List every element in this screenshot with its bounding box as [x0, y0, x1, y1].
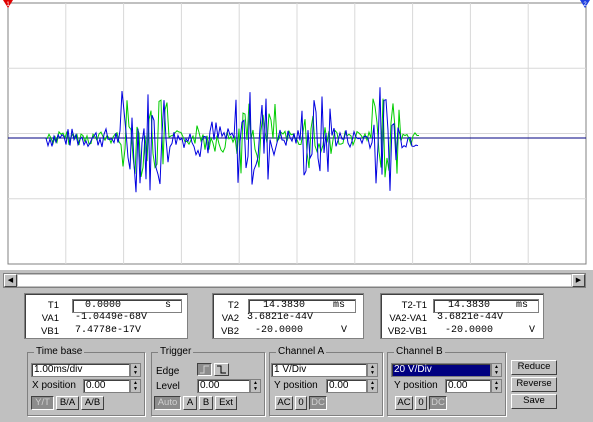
t-diff-label: T2-T1	[401, 300, 427, 311]
va2-label: VA2	[221, 313, 239, 324]
scroll-right-button[interactable]: ▶	[572, 274, 585, 287]
scroll-left-button[interactable]: ◀	[4, 274, 17, 287]
channel-b-dc-button[interactable]: DC	[429, 396, 447, 410]
trigger-level-field[interactable]: 0.00	[197, 379, 250, 393]
scope-grid	[7, 2, 587, 265]
timebase-title: Time base	[34, 346, 85, 357]
ab-mode-button[interactable]: A/B	[81, 396, 104, 410]
va1-value: -1.0449e-68V	[75, 312, 148, 323]
t-diff-value: 14.3830	[448, 300, 491, 311]
channel-a-scale-spinner[interactable]: ▲ ▼	[367, 363, 378, 377]
va-diff-value: 3.6821e-44V	[437, 312, 504, 323]
x-position-spinner[interactable]: ▲ ▼	[130, 379, 141, 393]
cursor-1-marker[interactable]: 1	[3, 0, 13, 8]
rising-edge-icon	[200, 365, 209, 374]
level-label: Level	[156, 381, 180, 392]
scroll-track[interactable]	[18, 275, 571, 286]
vb1-label: VB1	[41, 326, 59, 337]
vb2-value: -20.0000	[255, 325, 304, 336]
t2-value: 14.3830	[263, 300, 306, 311]
channel-b-scale-field[interactable]: 20 V/Div	[391, 363, 491, 377]
trigger-a-button[interactable]: A	[183, 396, 197, 410]
t-diff-unit: ms	[516, 300, 529, 311]
channel-a-group: Channel A 1 V/Div ▲ ▼ Y position 0.00 ▲ ▼ …	[269, 346, 383, 416]
t1-field: 0.0000 s	[72, 299, 182, 313]
va1-label: VA1	[41, 313, 59, 324]
horizontal-scrollbar[interactable]: ◀ ▶	[3, 273, 586, 288]
t2-label: T2	[227, 300, 239, 311]
trigger-auto-button[interactable]: Auto	[154, 396, 181, 410]
trigger-title: Trigger	[158, 346, 194, 357]
channel-b-title: Channel B	[394, 346, 445, 357]
vb-diff-unit: V	[529, 325, 536, 336]
edge-label: Edge	[156, 366, 180, 377]
t1-label: T1	[47, 300, 59, 311]
channel-a-zero-button[interactable]: 0	[295, 396, 307, 410]
timebase-group: Time base 1.00ms/div ▲ ▼ X position 0.00 …	[27, 346, 145, 416]
va2-value: 3.6821e-44V	[247, 312, 314, 323]
falling-edge-button[interactable]	[214, 363, 229, 376]
readout-cursor-2: T2 VA2 VB2 14.3830 ms 3.6821e-44V -20.00…	[212, 293, 364, 339]
reduce-button[interactable]: Reduce	[511, 360, 557, 375]
channel-a-ac-button[interactable]: AC	[275, 396, 293, 410]
t1-value: 0.0000	[85, 300, 122, 311]
readout-cursor-1: T1 VA1 VB1 0.0000 s -1.0449e-68V 7.4778e…	[24, 293, 188, 339]
t-diff-field: 14.3830 ms	[433, 299, 539, 313]
channel-b-ypos-label: Y position	[394, 380, 438, 391]
rising-edge-button[interactable]	[197, 363, 212, 376]
channel-a-title: Channel A	[276, 346, 327, 357]
save-button[interactable]: Save	[511, 394, 557, 409]
va-diff-label: VA2-VA1	[389, 313, 427, 324]
channel-a-scale-field[interactable]: 1 V/Div	[271, 363, 367, 377]
t2-field: 14.3830 ms	[248, 299, 356, 313]
oscilloscope-screen: 1 2	[0, 0, 593, 270]
channel-b-zero-button[interactable]: 0	[415, 396, 427, 410]
t1-unit: s	[165, 300, 172, 311]
t2-unit: ms	[333, 300, 346, 311]
channel-a-ypos-spinner[interactable]: ▲ ▼	[367, 379, 378, 393]
ba-mode-button[interactable]: B/A	[56, 396, 79, 410]
channel-b-ypos-spinner[interactable]: ▲ ▼	[491, 379, 502, 393]
readout-difference: T2-T1 VA2-VA1 VB2-VB1 14.3830 ms 3.6821e…	[380, 293, 544, 339]
vb2-unit: V	[341, 325, 348, 336]
trigger-ext-button[interactable]: Ext	[215, 396, 237, 410]
trigger-b-button[interactable]: B	[199, 396, 213, 410]
vb-diff-label: VB2-VB1	[387, 326, 427, 337]
yt-mode-button[interactable]: Y/T	[31, 396, 54, 410]
vb-diff-value: -20.0000	[445, 325, 494, 336]
channel-b-ypos-field[interactable]: 0.00	[445, 379, 491, 393]
timebase-scale-field[interactable]: 1.00ms/div	[31, 363, 130, 377]
channel-a-ypos-label: Y position	[274, 380, 318, 391]
channel-b-scale-spinner[interactable]: ▲ ▼	[491, 363, 502, 377]
trigger-group: Trigger Edge Level 0.00 ▲ ▼ Auto A B Ext	[151, 346, 265, 416]
scope-graph	[7, 2, 587, 265]
falling-edge-icon	[217, 365, 226, 374]
channel-a-ypos-field[interactable]: 0.00	[326, 379, 367, 393]
reverse-button[interactable]: Reverse	[511, 377, 557, 392]
channel-a-dc-button[interactable]: DC	[309, 396, 327, 410]
x-position-label: X position	[32, 380, 76, 391]
vb2-label: VB2	[221, 326, 239, 337]
channel-b-group: Channel B 20 V/Div ▲ ▼ Y position 0.00 ▲ ▼…	[387, 346, 506, 416]
cursor-2-marker[interactable]: 2	[580, 0, 590, 8]
vb1-value: 7.4778e-17V	[75, 325, 142, 336]
timebase-scale-spinner[interactable]: ▲ ▼	[130, 363, 141, 377]
trigger-level-spinner[interactable]: ▲ ▼	[250, 379, 261, 393]
channel-b-ac-button[interactable]: AC	[395, 396, 413, 410]
x-position-field[interactable]: 0.00	[83, 379, 130, 393]
